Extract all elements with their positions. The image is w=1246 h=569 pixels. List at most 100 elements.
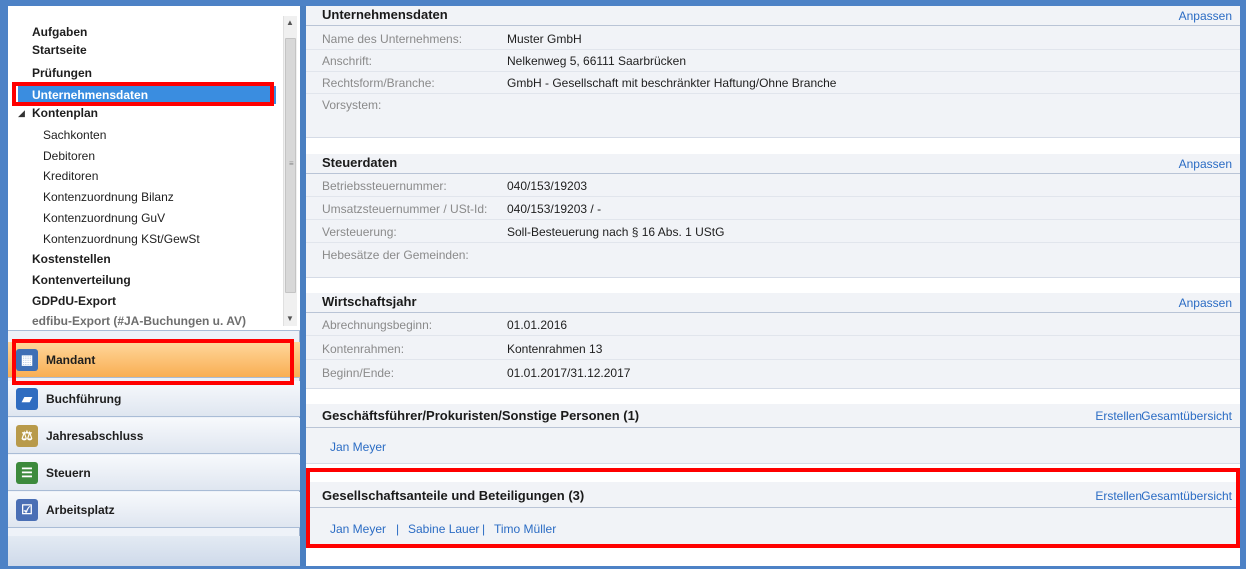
row-label: Anschrift: [322, 54, 373, 68]
tree-item-kontenplan[interactable]: Kontenplan [32, 104, 98, 122]
row-label: Betriebssteuernummer: [322, 179, 447, 193]
building-icon: ▦ [16, 348, 38, 371]
person-list: Jan Meyer [306, 434, 1240, 464]
tree-item-kontenzuordnung-kst-gewst[interactable]: Kontenzuordnung KSt/GewSt [43, 230, 200, 248]
nav-button-label: Steuern [46, 465, 91, 480]
window-frame-left [0, 0, 8, 569]
info-row: Name des Unternehmens: Muster GmbH [306, 28, 1240, 50]
adjust-link[interactable]: Anpassen [1179, 296, 1232, 310]
tree-item-kreditoren[interactable]: Kreditoren [43, 167, 98, 185]
section-header: Steuerdaten Anpassen [306, 154, 1240, 174]
tree-item-kostenstellen[interactable]: Kostenstellen [32, 250, 111, 268]
adjust-link[interactable]: Anpassen [1179, 9, 1232, 23]
section-unternehmensdaten: Unternehmensdaten Anpassen Name des Unte… [306, 6, 1240, 138]
info-row: Hebesätze der Gemeinden: [306, 244, 1240, 266]
row-label: Abrechnungsbeginn: [322, 318, 433, 332]
row-value: Muster GmbH [507, 32, 582, 46]
person-link[interactable]: Timo Müller [494, 522, 556, 536]
row-value: GmbH - Gesellschaft mit beschränkter Haf… [507, 76, 837, 90]
tree-item-kontenverteilung[interactable]: Kontenverteilung [32, 271, 131, 289]
nav-button-label: Mandant [46, 352, 96, 367]
section-header: Wirtschaftsjahr Anpassen [306, 293, 1240, 313]
row-value: 01.01.2016 [507, 318, 568, 332]
tree-item-edfibu-export[interactable]: edfibu-Export (#JA-Buchungen u. AV) [32, 312, 246, 330]
nav-button-arbeitsplatz[interactable]: ☑ Arbeitsplatz [8, 492, 300, 528]
nav-button-steuern[interactable]: ☰ Steuern [8, 455, 300, 491]
tree-item-pruefungen[interactable]: Prüfungen [32, 64, 92, 82]
nav-button-jahresabschluss[interactable]: ⚖ Jahresabschluss [8, 418, 300, 454]
person-link[interactable]: Sabine Lauer [408, 522, 479, 536]
overview-link[interactable]: Gesamtübersicht [1141, 409, 1232, 423]
row-value: 01.01.2017/31.12.2017 [507, 366, 631, 380]
section-title: Unternehmensdaten [322, 7, 448, 22]
grip-icon: ≡ [289, 159, 294, 168]
tree-item-startseite[interactable]: Startseite [32, 41, 87, 59]
scales-icon: ⚖ [16, 424, 38, 447]
create-link[interactable]: Erstellen [1095, 409, 1142, 423]
book-icon: ▰ [16, 387, 38, 410]
tree-item-debitoren[interactable]: Debitoren [43, 147, 95, 165]
section-title: Gesellschaftsanteile und Beteiligungen (… [322, 488, 585, 503]
tree-scrollbar[interactable]: ▲ ≡ ▼ [283, 16, 297, 326]
info-row: Betriebssteuernummer: 040/153/19203 [306, 175, 1240, 197]
overview-link[interactable]: Gesamtübersicht [1141, 489, 1232, 503]
section-title: Geschäftsführer/Prokuristen/Sonstige Per… [322, 408, 640, 423]
info-row: Versteuerung: Soll-Besteuerung nach § 16… [306, 221, 1240, 243]
row-value: Nelkenweg 5, 66111 Saarbrücken [507, 54, 687, 68]
row-label: Versteuerung: [322, 225, 397, 239]
row-label: Beginn/Ende: [322, 366, 395, 380]
main-content: Unternehmensdaten Anpassen Name des Unte… [306, 6, 1240, 566]
section-header: Unternehmensdaten Anpassen [306, 6, 1240, 26]
tree-item-aufgaben[interactable]: Aufgaben [32, 23, 87, 41]
navigation-panel: Aufgaben Startseite Prüfungen Unternehme… [8, 6, 300, 566]
nav-button-mandant[interactable]: ▦ Mandant [8, 342, 300, 378]
adjust-link[interactable]: Anpassen [1179, 157, 1232, 171]
nav-overflow-bar[interactable] [8, 536, 300, 566]
scroll-down-icon[interactable]: ▼ [286, 314, 294, 323]
section-header: Gesellschaftsanteile und Beteiligungen (… [306, 482, 1240, 508]
info-row: Anschrift: Nelkenweg 5, 66111 Saarbrücke… [306, 50, 1240, 72]
person-link[interactable]: Jan Meyer [330, 522, 386, 536]
scrollbar-thumb[interactable]: ≡ [285, 38, 296, 293]
row-label: Name des Unternehmens: [322, 32, 463, 46]
info-row: Abrechnungsbeginn: 01.01.2016 [306, 314, 1240, 336]
tree-item-sachkonten[interactable]: Sachkonten [43, 126, 106, 144]
row-value: 040/153/19203 / - [507, 202, 602, 216]
nav-button-buchfuehrung[interactable]: ▰ Buchführung [8, 381, 300, 417]
tree-item-kontenzuordnung-guv[interactable]: Kontenzuordnung GuV [43, 209, 165, 227]
row-value: 040/153/19203 [507, 179, 588, 193]
tree-item-gdpdu-export[interactable]: GDPdU-Export [32, 292, 116, 310]
window-frame-right [1240, 0, 1246, 569]
info-row: Rechtsform/Branche: GmbH - Gesellschaft … [306, 72, 1240, 94]
nav-button-label: Jahresabschluss [46, 428, 144, 443]
expand-arrow-icon[interactable]: ◢ [18, 108, 25, 119]
section-title: Wirtschaftsjahr [322, 294, 417, 309]
person-list: Jan Meyer | Sabine Lauer | Timo Müller [306, 516, 1240, 546]
separator: | [396, 522, 400, 536]
document-icon: ☰ [16, 461, 38, 484]
navigation-tree: Aufgaben Startseite Prüfungen Unternehme… [8, 6, 300, 331]
row-value: Kontenrahmen 13 [507, 342, 603, 356]
row-label: Rechtsform/Branche: [322, 76, 435, 90]
scroll-up-icon[interactable]: ▲ [286, 18, 294, 27]
section-header: Geschäftsführer/Prokuristen/Sonstige Per… [306, 404, 1240, 428]
info-row: Kontenrahmen: Kontenrahmen 13 [306, 338, 1240, 360]
row-label: Umsatzsteuernummer / USt-Id: [322, 202, 488, 216]
nav-button-label: Arbeitsplatz [46, 502, 115, 517]
create-link[interactable]: Erstellen [1095, 489, 1142, 503]
tree-item-kontenzuordnung-bilanz[interactable]: Kontenzuordnung Bilanz [43, 188, 174, 206]
nav-button-label: Buchführung [46, 391, 122, 406]
row-label: Vorsystem: [322, 98, 382, 112]
person-link[interactable]: Jan Meyer [330, 440, 386, 454]
section-steuerdaten: Steuerdaten Anpassen Betriebssteuernumme… [306, 154, 1240, 278]
tree-item-unternehmensdaten[interactable]: Unternehmensdaten [18, 86, 276, 104]
section-geschaeftsfuehrer: Geschäftsführer/Prokuristen/Sonstige Per… [306, 404, 1240, 464]
info-row: Vorsystem: [306, 94, 1240, 116]
section-title: Steuerdaten [322, 155, 398, 170]
row-label: Hebesätze der Gemeinden: [322, 248, 469, 262]
separator: | [482, 522, 486, 536]
row-value: Soll-Besteuerung nach § 16 Abs. 1 UStG [507, 225, 725, 239]
info-row: Umsatzsteuernummer / USt-Id: 040/153/192… [306, 198, 1240, 220]
row-label: Kontenrahmen: [322, 342, 405, 356]
section-gesellschaftsanteile: Gesellschaftsanteile und Beteiligungen (… [306, 482, 1240, 548]
